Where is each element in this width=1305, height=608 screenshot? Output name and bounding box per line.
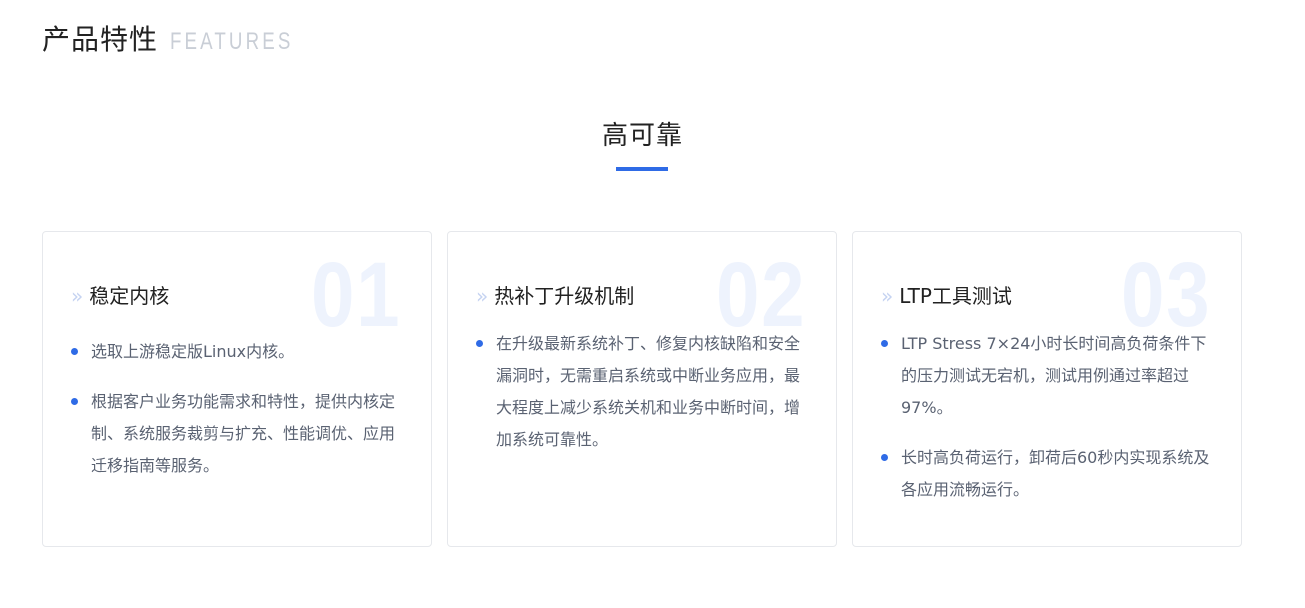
- section-title-underline: [616, 167, 668, 171]
- card-number: 01: [310, 244, 401, 346]
- chevron-double-right-icon: »: [881, 284, 894, 308]
- section-title: 高可靠: [601, 121, 683, 151]
- page: 产品特性 FEATURES 高可靠 01 » 稳定内核 选取上游稳定版Linux…: [0, 0, 1305, 608]
- chevron-double-right-icon: »: [71, 284, 84, 308]
- header-subtitle: FEATURES: [170, 28, 294, 55]
- feature-cards: 01 » 稳定内核 选取上游稳定版Linux内核。 根据客户业务功能需求和特性，…: [42, 231, 1242, 547]
- card-title: LTP工具测试: [899, 284, 1012, 308]
- features-header: 产品特性 FEATURES: [42, 22, 328, 58]
- card-header: » LTP工具测试: [881, 282, 1012, 310]
- dot-icon: [881, 340, 888, 347]
- list-item: 根据客户业务功能需求和特性，提供内核定制、系统服务裁剪与扩充、性能调优、应用迁移…: [71, 386, 409, 482]
- bullet-text: LTP Stress 7×24小时长时间高负荷条件下的压力测试无宕机，测试用例通…: [901, 334, 1207, 417]
- feature-card-stable-kernel: 01 » 稳定内核 选取上游稳定版Linux内核。 根据客户业务功能需求和特性，…: [42, 231, 432, 547]
- header-title: 产品特性: [42, 23, 159, 56]
- card-title: 热补丁升级机制: [494, 284, 635, 308]
- card-bullets: 选取上游稳定版Linux内核。 根据客户业务功能需求和特性，提供内核定制、系统服…: [71, 336, 409, 500]
- card-bullets: LTP Stress 7×24小时长时间高负荷条件下的压力测试无宕机，测试用例通…: [881, 328, 1219, 524]
- card-bullets: 在升级最新系统补丁、修复内核缺陷和安全漏洞时，无需重启系统或中断业务应用，最大程…: [476, 328, 814, 474]
- list-item: 长时高负荷运行，卸荷后60秒内实现系统及各应用流畅运行。: [881, 442, 1219, 506]
- card-header: » 热补丁升级机制: [476, 282, 634, 310]
- dot-icon: [476, 340, 483, 347]
- card-header: » 稳定内核: [71, 282, 169, 310]
- dot-icon: [71, 398, 78, 405]
- chevron-double-right-icon: »: [476, 284, 489, 308]
- bullet-text: 在升级最新系统补丁、修复内核缺陷和安全漏洞时，无需重启系统或中断业务应用，最大程…: [496, 334, 801, 449]
- list-item: LTP Stress 7×24小时长时间高负荷条件下的压力测试无宕机，测试用例通…: [881, 328, 1219, 424]
- dot-icon: [71, 348, 78, 355]
- card-title: 稳定内核: [89, 284, 170, 308]
- bullet-text: 长时高负荷运行，卸荷后60秒内实现系统及各应用流畅运行。: [901, 448, 1210, 499]
- bullet-text: 根据客户业务功能需求和特性，提供内核定制、系统服务裁剪与扩充、性能调优、应用迁移…: [91, 392, 396, 475]
- dot-icon: [881, 454, 888, 461]
- bullet-text: 选取上游稳定版Linux内核。: [91, 342, 295, 361]
- list-item: 在升级最新系统补丁、修复内核缺陷和安全漏洞时，无需重启系统或中断业务应用，最大程…: [476, 328, 814, 456]
- feature-card-ltp-testing: 03 » LTP工具测试 LTP Stress 7×24小时长时间高负荷条件下的…: [852, 231, 1242, 547]
- feature-card-hot-patch: 02 » 热补丁升级机制 在升级最新系统补丁、修复内核缺陷和安全漏洞时，无需重启…: [447, 231, 837, 547]
- list-item: 选取上游稳定版Linux内核。: [71, 336, 409, 368]
